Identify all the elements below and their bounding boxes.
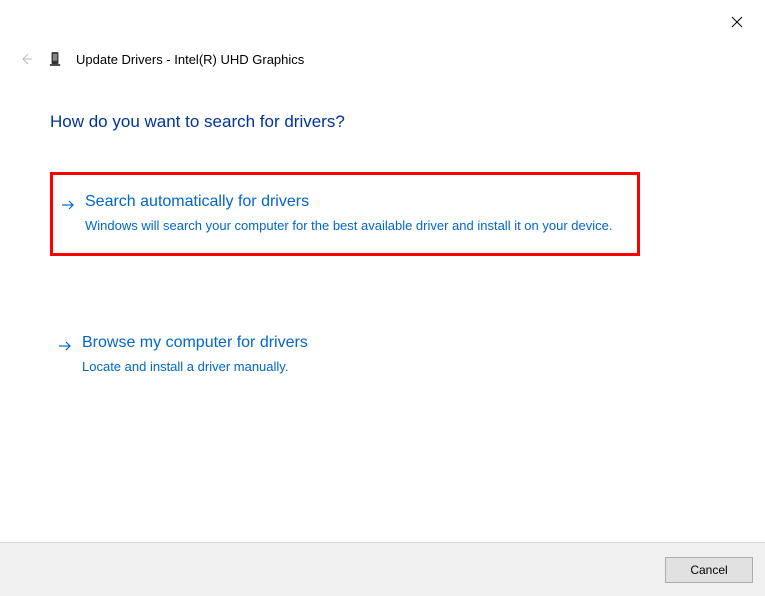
option-description: Windows will search your computer for th…	[85, 217, 623, 235]
arrow-right-icon	[58, 339, 72, 353]
back-arrow-icon	[18, 51, 34, 67]
close-button[interactable]	[727, 12, 747, 32]
device-icon	[48, 50, 62, 68]
option-browse-computer[interactable]: Browse my computer for drivers Locate an…	[50, 316, 640, 394]
back-button[interactable]	[18, 51, 34, 67]
main-heading: How do you want to search for drivers?	[50, 112, 345, 132]
arrow-right-icon	[61, 198, 75, 212]
option-title: Browse my computer for drivers	[82, 334, 626, 352]
close-icon	[731, 16, 743, 28]
header-row: Update Drivers - Intel(R) UHD Graphics	[18, 50, 304, 68]
cancel-button[interactable]: Cancel	[665, 557, 753, 583]
option-description: Locate and install a driver manually.	[82, 358, 626, 376]
window-title: Update Drivers - Intel(R) UHD Graphics	[76, 52, 304, 67]
option-title: Search automatically for drivers	[85, 193, 623, 211]
option-search-automatically[interactable]: Search automatically for drivers Windows…	[50, 172, 640, 256]
footer-bar: Cancel	[0, 542, 765, 596]
